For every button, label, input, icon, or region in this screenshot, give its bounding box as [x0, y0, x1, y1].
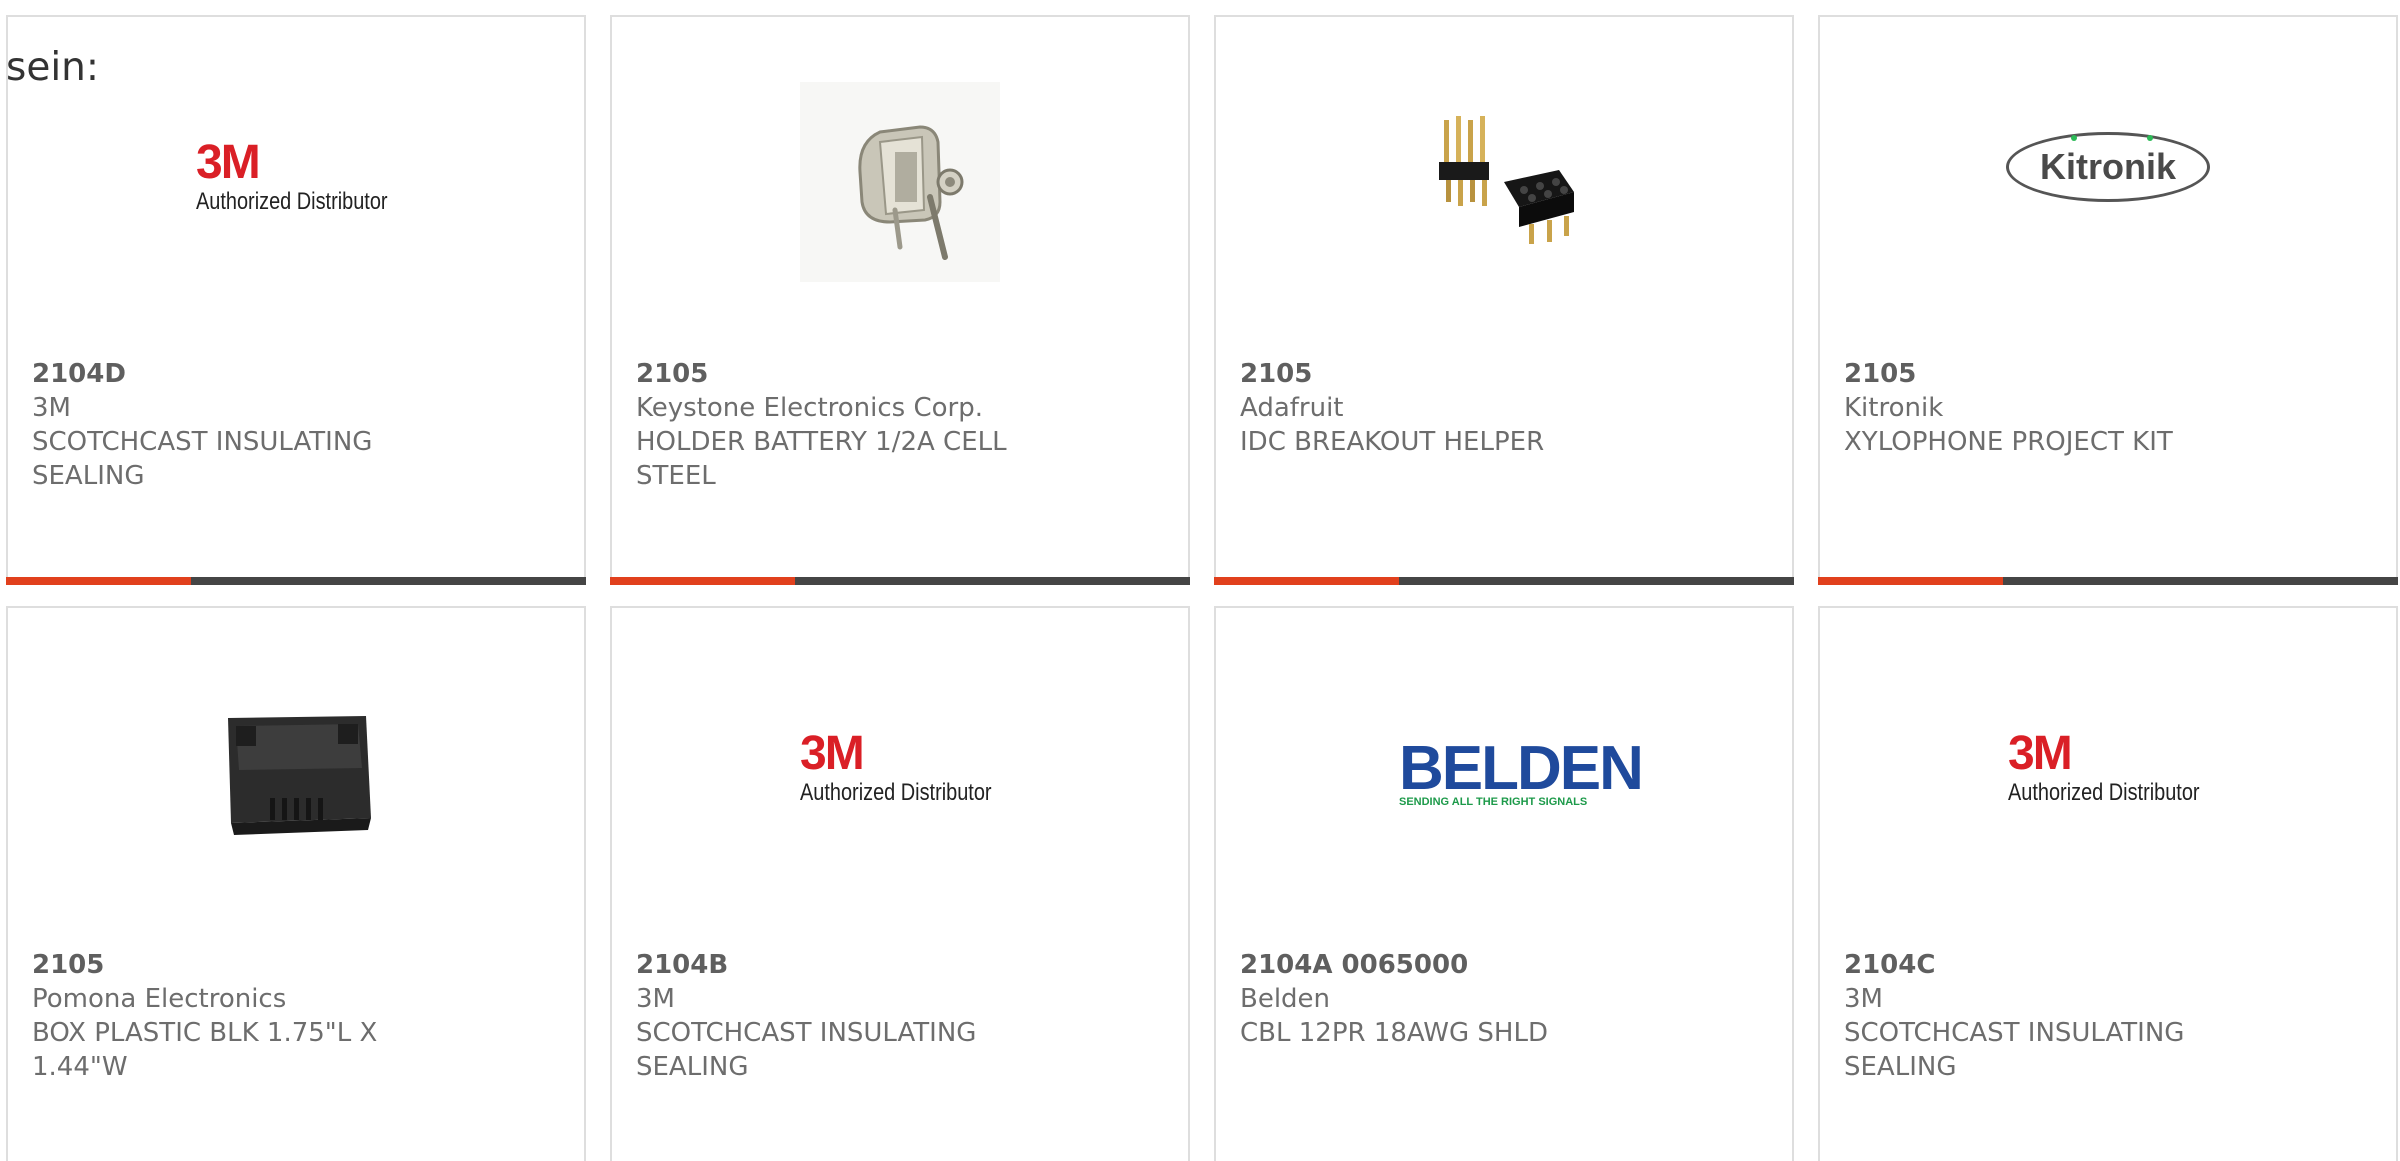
product-card[interactable]: 3M Authorized Distributor 2104B 3M SCOTC… — [610, 606, 1190, 1161]
product-description: CBL 12PR 18AWG SHLD — [1240, 1018, 1548, 1048]
card-bottom-bar — [610, 577, 1190, 585]
belden-logo-mark: BELDEN — [1399, 734, 1644, 803]
caption-text: sein: — [6, 45, 100, 90]
product-description: SCOTCHCAST INSULATING SEALING — [1844, 1018, 2185, 1082]
product-grid: 3M Authorized Distributor 2104D 3M SCOTC… — [6, 15, 2398, 1161]
manufacturer-name: Keystone Electronics Corp. — [636, 393, 984, 423]
product-description: SCOTCHCAST INSULATING SEALING — [32, 427, 373, 491]
manufacturer-name: 3M — [636, 984, 675, 1014]
product-card[interactable]: 2105 Keystone Electronics Corp. HOLDER B… — [610, 15, 1190, 585]
product-image-area — [1216, 72, 1792, 292]
product-image-area: 3M Authorized Distributor — [8, 72, 584, 292]
pin-header-photo — [1439, 116, 1574, 244]
product-description: XYLOPHONE PROJECT KIT — [1844, 427, 2173, 457]
part-number[interactable]: 2104A 0065000 — [1240, 948, 1620, 982]
product-info: 2104C 3M SCOTCHCAST INSULATING SEALING — [1844, 948, 2224, 1084]
product-card[interactable]: 3M Authorized Distributor 2104C 3M SCOTC… — [1818, 606, 2398, 1161]
part-number[interactable]: 2105 — [1240, 357, 1620, 391]
manufacturer-name: Adafruit — [1240, 393, 1344, 423]
manufacturer-name: 3M — [32, 393, 71, 423]
3m-logo-tagline: Authorized Distributor — [196, 188, 388, 215]
part-number[interactable]: 2104B — [636, 948, 1016, 982]
product-card[interactable]: BELDEN SENDING ALL THE RIGHT SIGNALS 210… — [1214, 606, 1794, 1161]
3m-authorized-distributor-logo: 3M Authorized Distributor — [800, 730, 1000, 816]
product-image-area — [612, 72, 1188, 292]
kitronik-logo-text: Kitronik — [2039, 146, 2176, 187]
product-description: BOX PLASTIC BLK 1.75"L X 1.44"W — [32, 1018, 378, 1082]
product-info: 2105 Kitronik XYLOPHONE PROJECT KIT — [1844, 357, 2224, 459]
product-card[interactable]: 2105 Adafruit IDC BREAKOUT HELPER — [1214, 15, 1794, 585]
card-bottom-bar-accent — [610, 577, 795, 585]
card-bottom-bar-accent — [1214, 577, 1399, 585]
card-bottom-bar-accent — [6, 577, 191, 585]
product-image-area: 3M Authorized Distributor — [1820, 663, 2396, 883]
card-bottom-bar — [6, 577, 586, 585]
product-info: 2104B 3M SCOTCHCAST INSULATING SEALING — [636, 948, 1016, 1084]
product-card[interactable]: Kitronik 2105 Kitronik XYLOPHONE PROJECT… — [1818, 15, 2398, 585]
manufacturer-name: 3M — [1844, 984, 1883, 1014]
part-number[interactable]: 2104D — [32, 357, 412, 391]
product-image-area — [8, 663, 584, 883]
part-number[interactable]: 2104C — [1844, 948, 2224, 982]
3m-logo-mark: 3M — [196, 136, 261, 189]
3m-authorized-distributor-logo: 3M Authorized Distributor — [2008, 730, 2208, 816]
part-number[interactable]: 2105 — [32, 948, 412, 982]
battery-holder-photo — [800, 82, 1000, 282]
manufacturer-name: Kitronik — [1844, 393, 1944, 423]
manufacturer-name: Pomona Electronics — [32, 984, 287, 1014]
product-card[interactable]: 2105 Pomona Electronics BOX PLASTIC BLK … — [6, 606, 586, 1161]
page: sein: 3M Authorized Distributor 2104D 3M… — [0, 0, 2400, 1161]
3m-logo-tagline: Authorized Distributor — [2008, 779, 2200, 806]
product-info: 2104A 0065000 Belden CBL 12PR 18AWG SHLD — [1240, 948, 1620, 1050]
belden-logo: BELDEN SENDING ALL THE RIGHT SIGNALS — [1399, 738, 1644, 809]
product-info: 2105 Pomona Electronics BOX PLASTIC BLK … — [32, 948, 412, 1084]
3m-logo-mark: 3M — [800, 727, 865, 780]
product-image-area: BELDEN SENDING ALL THE RIGHT SIGNALS — [1216, 663, 1792, 883]
product-info: 2105 Adafruit IDC BREAKOUT HELPER — [1240, 357, 1620, 459]
part-number[interactable]: 2105 — [1844, 357, 2224, 391]
3m-authorized-distributor-logo: 3M Authorized Distributor — [196, 139, 396, 225]
product-info: 2105 Keystone Electronics Corp. HOLDER B… — [636, 357, 1016, 493]
kitronik-logo-dot — [2071, 135, 2077, 141]
product-info: 2104D 3M SCOTCHCAST INSULATING SEALING — [32, 357, 412, 493]
card-bottom-bar-accent — [1818, 577, 2003, 585]
product-card[interactable]: 3M Authorized Distributor 2104D 3M SCOTC… — [6, 15, 586, 585]
product-description: SCOTCHCAST INSULATING SEALING — [636, 1018, 977, 1082]
manufacturer-name: Belden — [1240, 984, 1331, 1014]
kitronik-logo-dot — [2147, 135, 2153, 141]
3m-logo-tagline: Authorized Distributor — [800, 779, 992, 806]
plastic-box-photo — [228, 716, 371, 835]
card-bottom-bar — [1818, 577, 2398, 585]
product-description: HOLDER BATTERY 1/2A CELL STEEL — [636, 427, 1007, 491]
product-image-area: 3M Authorized Distributor — [612, 663, 1188, 883]
card-bottom-bar — [1214, 577, 1794, 585]
part-number[interactable]: 2105 — [636, 357, 1016, 391]
product-image-area: Kitronik — [1820, 57, 2396, 277]
kitronik-logo: Kitronik — [2006, 132, 2210, 202]
product-description: IDC BREAKOUT HELPER — [1240, 427, 1545, 457]
belden-logo-tagline: SENDING ALL THE RIGHT SIGNALS — [1399, 796, 1588, 808]
3m-logo-mark: 3M — [2008, 727, 2073, 780]
